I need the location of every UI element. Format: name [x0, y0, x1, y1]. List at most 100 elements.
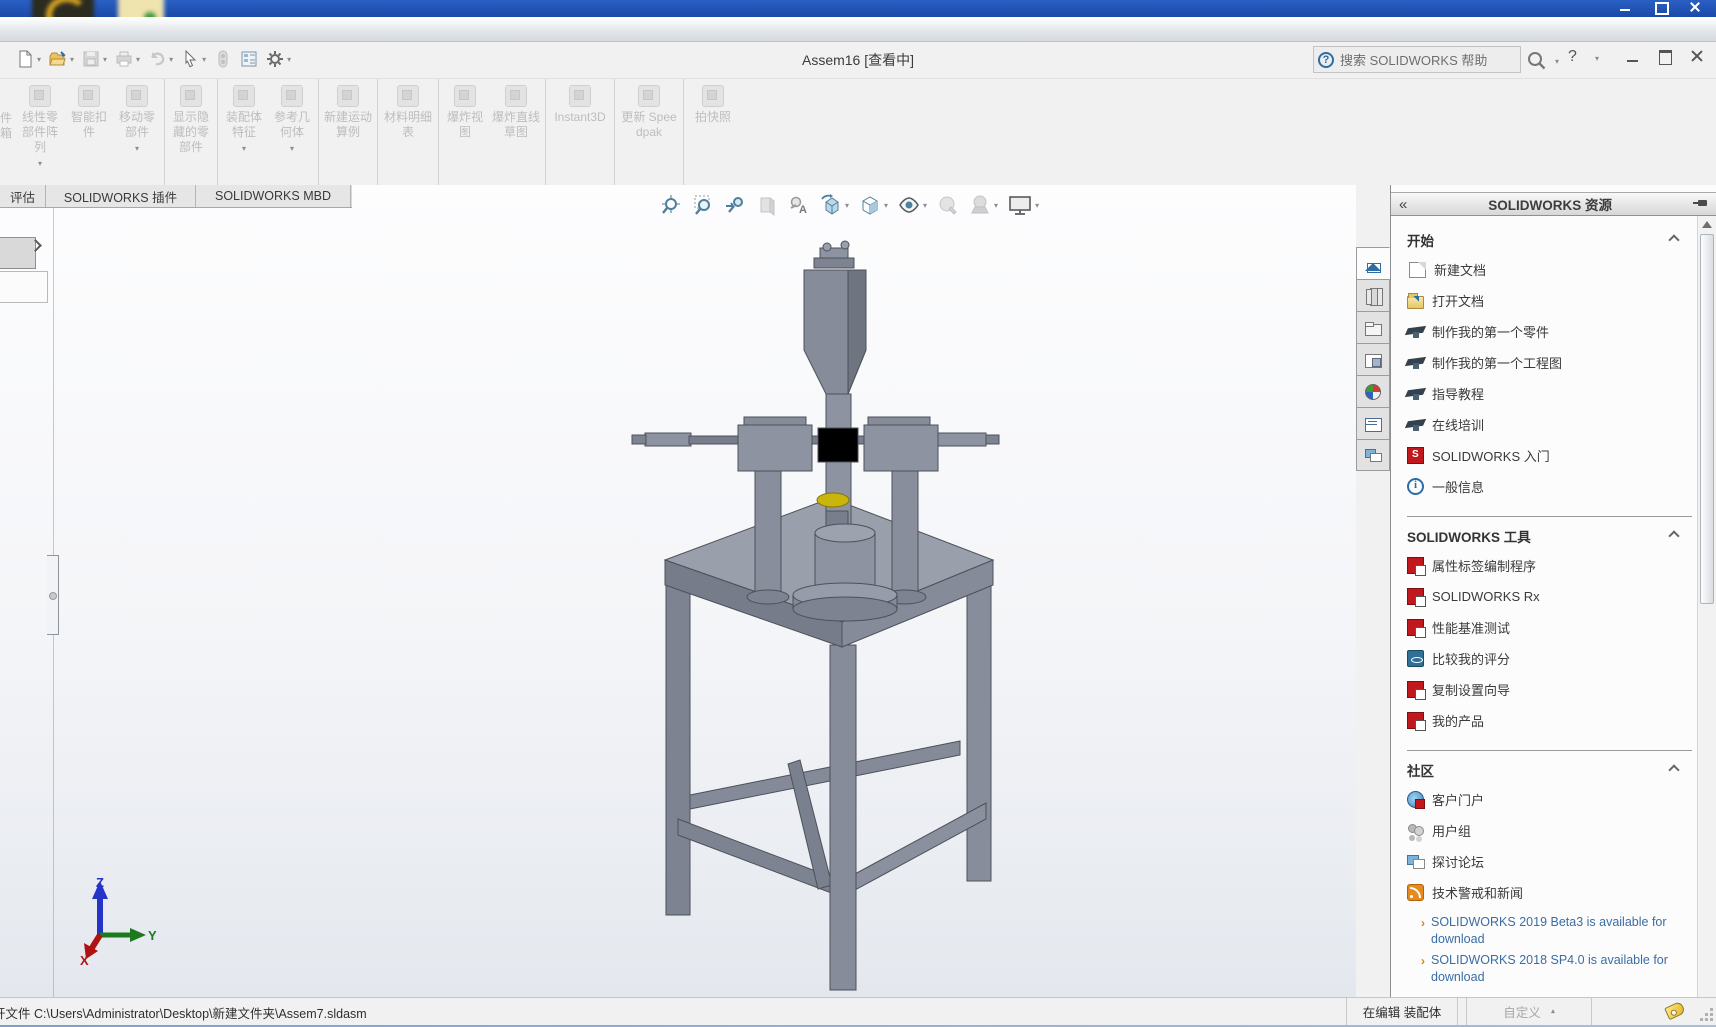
task-pane-scrollbar[interactable]: [1697, 216, 1716, 997]
pin-icon[interactable]: [1693, 197, 1709, 211]
base-plate-bottom[interactable]: [793, 597, 897, 621]
community-link-user-groups[interactable]: 用户组: [1407, 815, 1692, 846]
tool-link-my-products[interactable]: 我的产品: [1407, 705, 1692, 736]
tab-solidworks-mbd[interactable]: SOLIDWORKS MBD: [196, 185, 351, 207]
tab-evaluate[interactable]: 评估: [0, 185, 46, 207]
cylinder-fitting[interactable]: [823, 243, 831, 251]
resource-link-tutorials[interactable]: 指导教程: [1407, 378, 1692, 409]
zoom-to-fit-icon[interactable]: [658, 192, 684, 218]
apply-scene-icon[interactable]: ▾: [967, 192, 1000, 218]
tool-link-solidworks-rx[interactable]: SOLIDWORKS Rx: [1407, 581, 1692, 612]
collapse-section-icon[interactable]: [1668, 530, 1679, 541]
ribbon-reference-geometry-button[interactable]: 参考几何体▾: [268, 85, 316, 183]
collapse-pane-icon[interactable]: «: [1399, 196, 1407, 213]
resource-link-getting-started[interactable]: SOLIDWORKS 入门: [1407, 440, 1692, 471]
ribbon-update-speedpak-button[interactable]: 更新 Speedpak: [617, 85, 681, 183]
ribbon-assembly-features-button[interactable]: 装配体特征▾: [220, 85, 268, 183]
scroll-up-icon[interactable]: [1702, 221, 1712, 228]
search-options-caret[interactable]: ▾: [1555, 57, 1559, 66]
search-button[interactable]: [1525, 50, 1549, 75]
tool-link-copy-settings-wizard[interactable]: 复制设置向导: [1407, 674, 1692, 705]
community-link-discussion-forum[interactable]: 探讨论坛: [1407, 846, 1692, 877]
tab-design-library[interactable]: [1356, 279, 1390, 311]
ribbon-linear-pattern-button[interactable]: 线性零部件阵列▾: [14, 85, 66, 183]
support-cylinder[interactable]: [892, 471, 918, 596]
edit-appearance-icon[interactable]: [935, 192, 961, 218]
ribbon-bill-of-materials-button[interactable]: 材料明细表: [380, 85, 436, 183]
previous-view-icon[interactable]: [722, 192, 748, 218]
news-link[interactable]: SOLIDWORKS 2018 SP4.0 is available for d…: [1431, 952, 1692, 986]
help-search-box[interactable]: ? 搜索 SOLIDWORKS 帮助: [1313, 46, 1521, 73]
cylinder-fitting[interactable]: [841, 241, 849, 249]
news-item[interactable]: › SOLIDWORKS 2019 Beta3 is available for…: [1407, 914, 1692, 948]
news-link[interactable]: SOLIDWORKS 2019 Beta3 is available for d…: [1431, 914, 1692, 948]
collapse-section-icon[interactable]: [1668, 234, 1679, 245]
ribbon-new-motion-study-button[interactable]: 新建运动算例: [321, 85, 375, 183]
resource-link-general-info[interactable]: 一般信息: [1407, 471, 1692, 502]
news-item[interactable]: › SOLIDWORKS 2018 SP4.0 is available for…: [1407, 952, 1692, 986]
view-orientation-icon[interactable]: ▾: [818, 192, 851, 218]
support-cylinder[interactable]: [755, 471, 781, 596]
display-style-icon[interactable]: ▾: [857, 192, 890, 218]
app-close-icon[interactable]: [1690, 50, 1704, 62]
app-maximize-icon[interactable]: [1658, 50, 1672, 62]
tab-forum[interactable]: [1356, 439, 1390, 471]
ribbon-show-hidden-components-button[interactable]: 显示隐藏的零部件: [167, 85, 215, 183]
scrollbar-thumb[interactable]: [1700, 234, 1714, 604]
search-input[interactable]: 搜索 SOLIDWORKS 帮助: [1340, 50, 1487, 69]
ribbon-instant3d-button[interactable]: Instant3D: [548, 85, 612, 183]
vessel-top[interactable]: [815, 524, 875, 542]
community-link-customer-portal[interactable]: 客户门户: [1407, 784, 1692, 815]
view-settings-icon[interactable]: ▾: [1006, 192, 1041, 218]
community-link-tech-alerts-news[interactable]: 技术警戒和新闻: [1407, 877, 1692, 908]
collapse-section-icon[interactable]: [1668, 764, 1679, 775]
resource-link-new-document[interactable]: 新建文档: [1407, 254, 1692, 285]
desktop-maximize-icon[interactable]: [1654, 1, 1667, 12]
tab-custom-properties[interactable]: [1356, 407, 1390, 439]
tab-file-explorer[interactable]: [1356, 311, 1390, 343]
shaft-left[interactable]: [645, 433, 691, 446]
tool-link-property-tab-builder[interactable]: 属性标签编制程序: [1407, 550, 1692, 581]
tab-view-palette[interactable]: [1356, 343, 1390, 375]
assembly-model[interactable]: [0, 185, 1356, 997]
ribbon-exploded-view-button[interactable]: 爆炸视图: [441, 85, 489, 183]
graphics-viewport[interactable]: A ▾ ▾ ▾ ▾ ▾: [0, 185, 1356, 997]
support-flange[interactable]: [747, 590, 789, 604]
gearbox-right[interactable]: [864, 425, 938, 471]
tab-solidworks-resources[interactable]: [1356, 247, 1390, 279]
shaft-knob[interactable]: [986, 435, 999, 444]
gearbox-left[interactable]: [738, 425, 812, 471]
resize-grip[interactable]: [1700, 1008, 1714, 1022]
table-brace[interactable]: [842, 803, 986, 897]
status-custom-menu[interactable]: 自定义▾: [1466, 998, 1592, 1025]
desktop-minimize-icon[interactable]: [1619, 1, 1632, 12]
table-brace[interactable]: [690, 741, 960, 809]
shaft-knob[interactable]: [632, 435, 646, 444]
ribbon-take-snapshot-button[interactable]: 拍快照: [686, 85, 740, 183]
dynamic-annotation-views-icon[interactable]: A: [786, 192, 812, 218]
ribbon-move-component-button[interactable]: 移动零部件▾: [112, 85, 162, 183]
zoom-to-area-icon[interactable]: [690, 192, 716, 218]
cylinder-cap[interactable]: [814, 258, 854, 268]
shaft-right[interactable]: [938, 433, 986, 446]
app-minimize-icon[interactable]: [1626, 50, 1640, 62]
hide-show-items-icon[interactable]: ▾: [896, 192, 929, 218]
table-leg[interactable]: [830, 645, 856, 990]
help-caret[interactable]: ▾: [1595, 54, 1599, 63]
resource-link-first-drawing[interactable]: 制作我的第一个工程图: [1407, 347, 1692, 378]
column-head-side[interactable]: [848, 270, 866, 394]
resource-link-open-document[interactable]: 打开文档: [1407, 285, 1692, 316]
tab-solidworks-addins[interactable]: SOLIDWORKS 插件: [46, 185, 196, 207]
tag-icon[interactable]: [1664, 1001, 1686, 1020]
desktop-close-icon[interactable]: [1689, 1, 1702, 12]
center-hub[interactable]: [818, 428, 858, 462]
tool-link-performance-benchmark[interactable]: 性能基准测试: [1407, 612, 1692, 643]
yellow-ring-part[interactable]: [817, 493, 849, 507]
resource-link-first-part[interactable]: 制作我的第一个零件: [1407, 316, 1692, 347]
table-leg[interactable]: [666, 583, 690, 915]
section-view-icon[interactable]: [754, 192, 780, 218]
tool-link-compare-my-score[interactable]: 比较我的评分: [1407, 643, 1692, 674]
ribbon-smart-fasteners-button[interactable]: 智能扣件: [66, 85, 112, 183]
tab-appearances[interactable]: [1356, 375, 1390, 407]
resource-link-online-training[interactable]: 在线培训: [1407, 409, 1692, 440]
